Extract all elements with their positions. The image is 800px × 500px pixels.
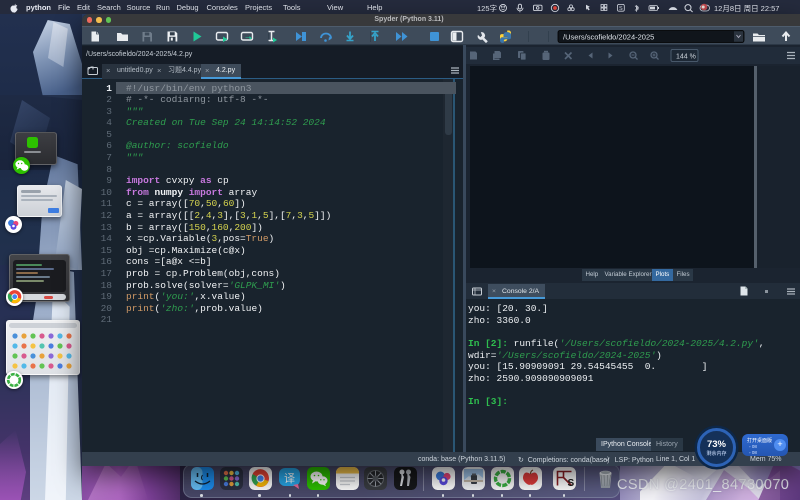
svg-text:译: 译 (284, 472, 295, 485)
svg-text:S: S (567, 478, 574, 489)
svg-text:/Users/scofieldo/2024-2025: /Users/scofieldo/2024-2025 (563, 33, 654, 42)
svg-text:S: S (619, 5, 623, 11)
svg-text:144 %: 144 % (676, 54, 696, 61)
